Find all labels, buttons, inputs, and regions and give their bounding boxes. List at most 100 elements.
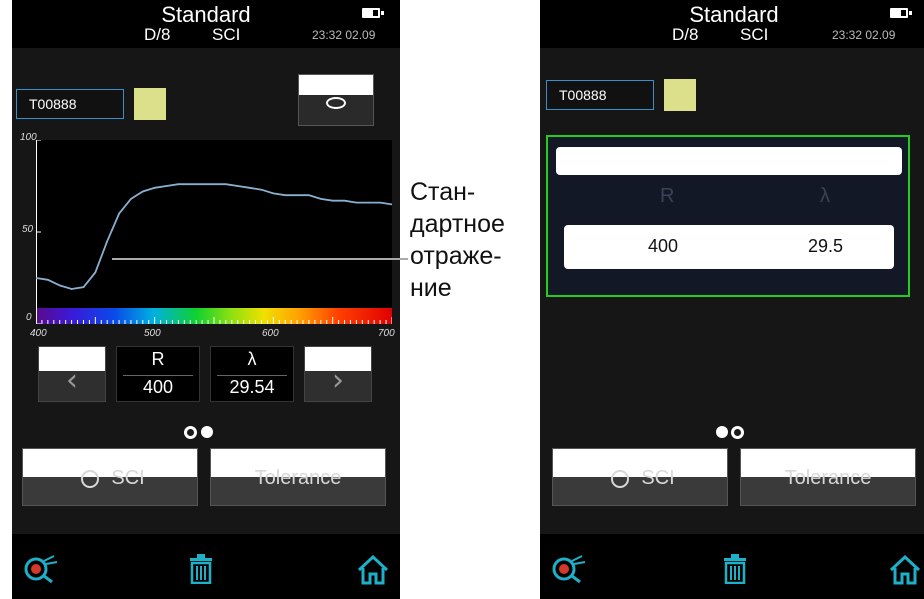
- data-point: [331, 199, 334, 202]
- reflectance-cell: 29.5: [808, 236, 844, 256]
- data-point: [355, 201, 358, 204]
- measure-icon[interactable]: [552, 552, 588, 584]
- data-point: [58, 284, 61, 287]
- readout-header: R: [151, 349, 165, 369]
- table-column-header: R: [660, 185, 675, 207]
- data-point: [165, 185, 168, 187]
- sci-mode-label: SCI: [641, 467, 675, 489]
- page-dot[interactable]: [731, 426, 744, 439]
- reflectance-readout: λ 29.54: [210, 346, 294, 402]
- annotation-line: отраже-: [410, 242, 502, 270]
- page-dot[interactable]: [716, 426, 728, 438]
- data-point: [106, 240, 108, 242]
- readout-header: λ: [247, 349, 257, 369]
- data-point: [189, 183, 192, 185]
- title-bar: Standard D/8 SCI 23:32 02.09: [12, 0, 400, 48]
- screen-title: Standard: [161, 2, 251, 27]
- next-wavelength-button[interactable]: ›: [304, 346, 372, 402]
- screen-title: Standard: [689, 2, 779, 27]
- mode-label: SCI: [212, 25, 241, 44]
- wavelength-readout: R 400: [116, 346, 200, 402]
- clock: 23:32 02.09: [832, 28, 896, 42]
- annotation-line: Стан-: [410, 178, 476, 206]
- y-tick-label: 0: [26, 312, 32, 323]
- readout-value: 29.54: [217, 375, 287, 398]
- page-indicator: [716, 426, 756, 440]
- tolerance-label: Tolerance: [254, 467, 342, 489]
- geometry-label: D/8: [144, 25, 171, 44]
- data-point: [379, 201, 381, 204]
- data-point: [284, 194, 286, 196]
- y-tick-label: 100: [20, 132, 37, 143]
- data-point: [260, 188, 263, 191]
- camera-button[interactable]: [298, 74, 374, 126]
- tolerance-button[interactable]: Tolerance: [210, 448, 386, 506]
- data-point: [248, 187, 251, 189]
- measure-icon[interactable]: [24, 552, 60, 584]
- x-tick-label: 700: [378, 328, 395, 339]
- sample-id-field[interactable]: T00888: [546, 80, 654, 110]
- tolerance-label: Tolerance: [784, 467, 872, 489]
- trash-icon[interactable]: [188, 554, 214, 584]
- chart-background: [36, 140, 392, 324]
- x-tick-label: 600: [262, 328, 279, 339]
- tolerance-button[interactable]: Tolerance: [740, 448, 916, 506]
- annotation-line: дартное: [410, 210, 505, 238]
- camera-icon: [326, 97, 346, 109]
- color-swatch: [664, 79, 696, 111]
- bottom-toolbar: [540, 534, 924, 599]
- data-point: [343, 199, 346, 202]
- data-point: [236, 185, 239, 187]
- bottom-toolbar: [12, 534, 400, 599]
- data-point: [118, 212, 120, 215]
- sci-mode-label: SCI: [111, 467, 145, 489]
- wavelength-cell: 400: [648, 236, 679, 256]
- annotation-leader-line: [112, 258, 408, 260]
- x-tick-label: 500: [144, 328, 161, 339]
- chevron-left-icon: ‹: [66, 363, 78, 398]
- left-device-screen: Standard D/8 SCI 23:32 02.09 T00888 100 …: [12, 0, 400, 599]
- data-point: [296, 194, 298, 196]
- geometry-label: D/8: [672, 25, 699, 44]
- data-point: [213, 183, 215, 185]
- sample-id-field[interactable]: T00888: [16, 89, 124, 119]
- data-point: [47, 279, 49, 281]
- table-header-bar: [556, 147, 902, 175]
- mode-label: SCI: [740, 25, 769, 44]
- data-point: [201, 183, 203, 185]
- data-point: [320, 198, 322, 200]
- table-row[interactable]: 400 29.5: [564, 225, 894, 269]
- data-point: [272, 192, 275, 195]
- color-swatch: [134, 88, 166, 120]
- x-tick-label: 400: [30, 328, 47, 339]
- prev-wavelength-button[interactable]: ‹: [38, 346, 106, 402]
- sci-mode-button[interactable]: SCI: [552, 448, 728, 506]
- chevron-right-icon: ›: [332, 363, 344, 398]
- title-bar: Standard D/8 SCI 23:32 02.09: [540, 0, 924, 48]
- data-point: [177, 183, 180, 185]
- trash-icon[interactable]: [722, 554, 748, 584]
- data-point: [225, 183, 227, 185]
- home-icon[interactable]: [888, 554, 922, 586]
- data-point: [367, 201, 370, 204]
- readout-value: 400: [123, 375, 193, 398]
- reflectance-table-panel: R λ 400 29.5: [546, 135, 910, 297]
- battery-icon: [890, 8, 912, 18]
- page-dot[interactable]: [184, 426, 197, 439]
- reflectance-chart: 100 50 0 400 500 600 700: [20, 132, 395, 339]
- page-dot[interactable]: [201, 426, 213, 438]
- data-point: [153, 187, 156, 189]
- right-device-screen: Standard D/8 SCI 23:32 02.09 T00888 R λ …: [540, 0, 924, 599]
- battery-icon: [362, 8, 384, 18]
- home-icon[interactable]: [356, 554, 390, 586]
- page-indicator: [184, 426, 224, 440]
- data-point: [130, 198, 132, 200]
- data-point: [142, 190, 144, 193]
- clock: 23:32 02.09: [312, 28, 376, 42]
- data-point: [82, 286, 85, 288]
- data-point: [308, 194, 310, 196]
- data-point: [70, 288, 73, 290]
- table-column-header: λ: [820, 185, 830, 207]
- y-tick-label: 50: [22, 224, 34, 235]
- sci-mode-button[interactable]: SCI: [22, 448, 198, 506]
